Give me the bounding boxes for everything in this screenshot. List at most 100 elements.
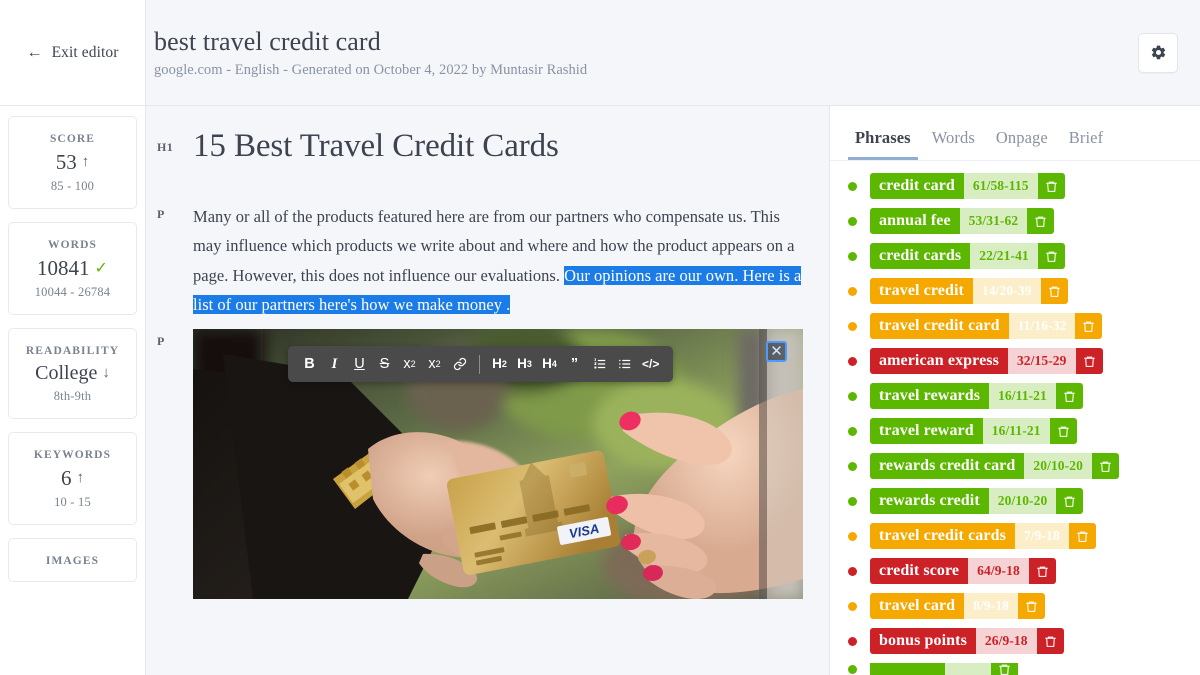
metric-value-row: 6 ↑ (13, 466, 132, 491)
status-dot (848, 181, 857, 191)
heading-2-button[interactable]: H2 (488, 352, 511, 376)
keyword-chip[interactable]: annual fee 53/31-62 (870, 208, 1055, 234)
trash-icon[interactable] (1037, 173, 1065, 199)
keyword-chip[interactable]: travel credit card 11/16-32 (870, 313, 1103, 339)
keyword-row[interactable]: credit cards 22/21-41 (848, 243, 1200, 269)
keyword-phrase: travel credit (870, 278, 973, 304)
keyword-row[interactable]: travel card 8/9-18 (848, 593, 1200, 619)
keyword-chip[interactable]: bonus points 26/9-18 (870, 628, 1064, 654)
toolbar-separator (479, 354, 480, 374)
keyword-chip[interactable]: travel credit 14/20-39 (870, 278, 1068, 304)
trash-icon[interactable] (991, 663, 1019, 675)
keyword-row[interactable]: credit card 61/58-115 (848, 173, 1200, 199)
tab-onpage[interactable]: Onpage (989, 124, 1055, 160)
heading-3-button[interactable]: H3 (513, 352, 536, 376)
trash-icon[interactable] (1028, 558, 1056, 584)
keyword-count: 20/10-20 (988, 488, 1057, 514)
metric-card-keywords[interactable]: KEYWORDS 6 ↑ 10 - 15 (8, 432, 137, 525)
keyword-chip[interactable]: credit score 64/9-18 (870, 558, 1056, 584)
status-dot (848, 636, 857, 646)
metric-card-readability[interactable]: READABILITY College ↓ 8th-9th (8, 328, 137, 419)
keyword-chip[interactable]: travel card 8/9-18 (870, 593, 1046, 619)
keyword-count: 64/9-18 (968, 558, 1029, 584)
remove-image-button[interactable]: ✕ (766, 341, 787, 363)
keyword-chip[interactable]: travel reward 16/11-21 (870, 418, 1077, 444)
keyword-count: 16/11-21 (989, 383, 1056, 409)
document-editor[interactable]: H1 15 Best Travel Credit Cards P Many or… (146, 106, 830, 675)
link-icon[interactable] (448, 352, 471, 376)
bold-button[interactable]: B (298, 352, 321, 376)
trash-icon[interactable] (1049, 418, 1077, 444)
trash-icon[interactable] (1055, 383, 1083, 409)
tab-words[interactable]: Words (925, 124, 982, 160)
editor-block-h1[interactable]: H1 15 Best Travel Credit Cards (146, 128, 807, 166)
keyword-row[interactable]: travel credit 14/20-39 (848, 278, 1200, 304)
keyword-count (945, 663, 992, 675)
keyword-row[interactable]: annual fee 53/31-62 (848, 208, 1200, 234)
blockquote-button[interactable]: ” (563, 352, 586, 376)
metric-card-score[interactable]: SCORE 53 ↑ 85 - 100 (8, 116, 137, 209)
keyword-phrase: annual fee (870, 208, 960, 234)
page-title: best travel credit card (154, 26, 381, 56)
keyword-chip[interactable] (870, 663, 1019, 675)
superscript-button[interactable]: x2 (398, 352, 421, 376)
keyword-row[interactable]: bonus points 26/9-18 (848, 628, 1200, 654)
formatting-toolbar[interactable]: B I U S x2 x2 H2 H3 H4 ” </> (288, 346, 674, 382)
trash-icon[interactable] (1075, 313, 1103, 339)
keyword-chip[interactable]: credit card 61/58-115 (870, 173, 1065, 199)
trash-icon[interactable] (1018, 593, 1046, 619)
exit-editor-label: Exit editor (51, 43, 119, 61)
metric-card-images[interactable]: IMAGES (8, 538, 137, 582)
keyword-row[interactable]: travel credit card 11/16-32 (848, 313, 1200, 339)
trash-icon[interactable] (1091, 453, 1119, 479)
trash-icon[interactable] (1037, 243, 1065, 269)
keyword-count: 53/31-62 (959, 208, 1028, 234)
keyword-count: 11/16-32 (1008, 313, 1076, 339)
status-dot (848, 286, 857, 296)
underline-button[interactable]: U (348, 352, 371, 376)
keyword-row[interactable]: rewards credit 20/10-20 (848, 488, 1200, 514)
document-title-wrap: best travel credit card google.com - Eng… (154, 26, 587, 79)
unordered-list-button[interactable] (613, 352, 636, 376)
keyword-row[interactable]: credit score 64/9-18 (848, 558, 1200, 584)
keyword-chip[interactable]: credit cards 22/21-41 (870, 243, 1065, 269)
keyword-row[interactable]: travel rewards 16/11-21 (848, 383, 1200, 409)
top-bar: ← Exit editor best travel credit card go… (0, 0, 1200, 106)
paragraph-text[interactable]: Many or all of the products featured her… (193, 202, 807, 319)
trash-icon[interactable] (1036, 628, 1064, 654)
subscript-button[interactable]: x2 (423, 352, 446, 376)
keyword-chip[interactable]: rewards credit card 20/10-20 (870, 453, 1119, 479)
keyword-row[interactable]: american express 32/15-29 (848, 348, 1200, 374)
keyword-row[interactable] (848, 663, 1200, 675)
trash-icon[interactable] (1056, 488, 1084, 514)
keyword-count: 8/9-18 (964, 593, 1019, 619)
exit-editor-button[interactable]: ← Exit editor (26, 44, 118, 62)
arrow-left-icon: ← (26, 43, 43, 61)
status-dot (848, 601, 857, 611)
keyword-row[interactable]: travel reward 16/11-21 (848, 418, 1200, 444)
trash-icon[interactable] (1040, 278, 1068, 304)
status-dot (848, 251, 857, 261)
tab-brief[interactable]: Brief (1062, 124, 1110, 160)
keyword-row[interactable]: rewards credit card 20/10-20 (848, 453, 1200, 479)
metric-card-words[interactable]: WORDS 10841 ✓ 10044 - 26784 (8, 222, 137, 315)
heading-4-button[interactable]: H4 (538, 352, 561, 376)
trash-icon[interactable] (1027, 208, 1055, 234)
keyword-phrase: credit score (870, 558, 969, 584)
heading-1[interactable]: 15 Best Travel Credit Cards (193, 128, 559, 166)
keyword-chip[interactable]: american express 32/15-29 (870, 348, 1103, 374)
trash-icon[interactable] (1068, 523, 1096, 549)
keyword-chip[interactable]: travel rewards 16/11-21 (870, 383, 1083, 409)
metric-value-row: 10841 ✓ (13, 256, 132, 281)
keyword-chip[interactable]: travel credit cards 7/9-18 (870, 523, 1096, 549)
settings-button[interactable] (1138, 32, 1178, 73)
editor-block-paragraph[interactable]: P Many or all of the products featured h… (146, 202, 807, 319)
tab-phrases[interactable]: Phrases (848, 124, 918, 160)
ordered-list-button[interactable] (588, 352, 611, 376)
keyword-row[interactable]: travel credit cards 7/9-18 (848, 523, 1200, 549)
strikethrough-button[interactable]: S (373, 352, 396, 376)
trash-icon[interactable] (1075, 348, 1103, 374)
keyword-chip[interactable]: rewards credit 20/10-20 (870, 488, 1084, 514)
code-button[interactable]: </> (638, 352, 663, 376)
italic-button[interactable]: I (323, 352, 346, 376)
